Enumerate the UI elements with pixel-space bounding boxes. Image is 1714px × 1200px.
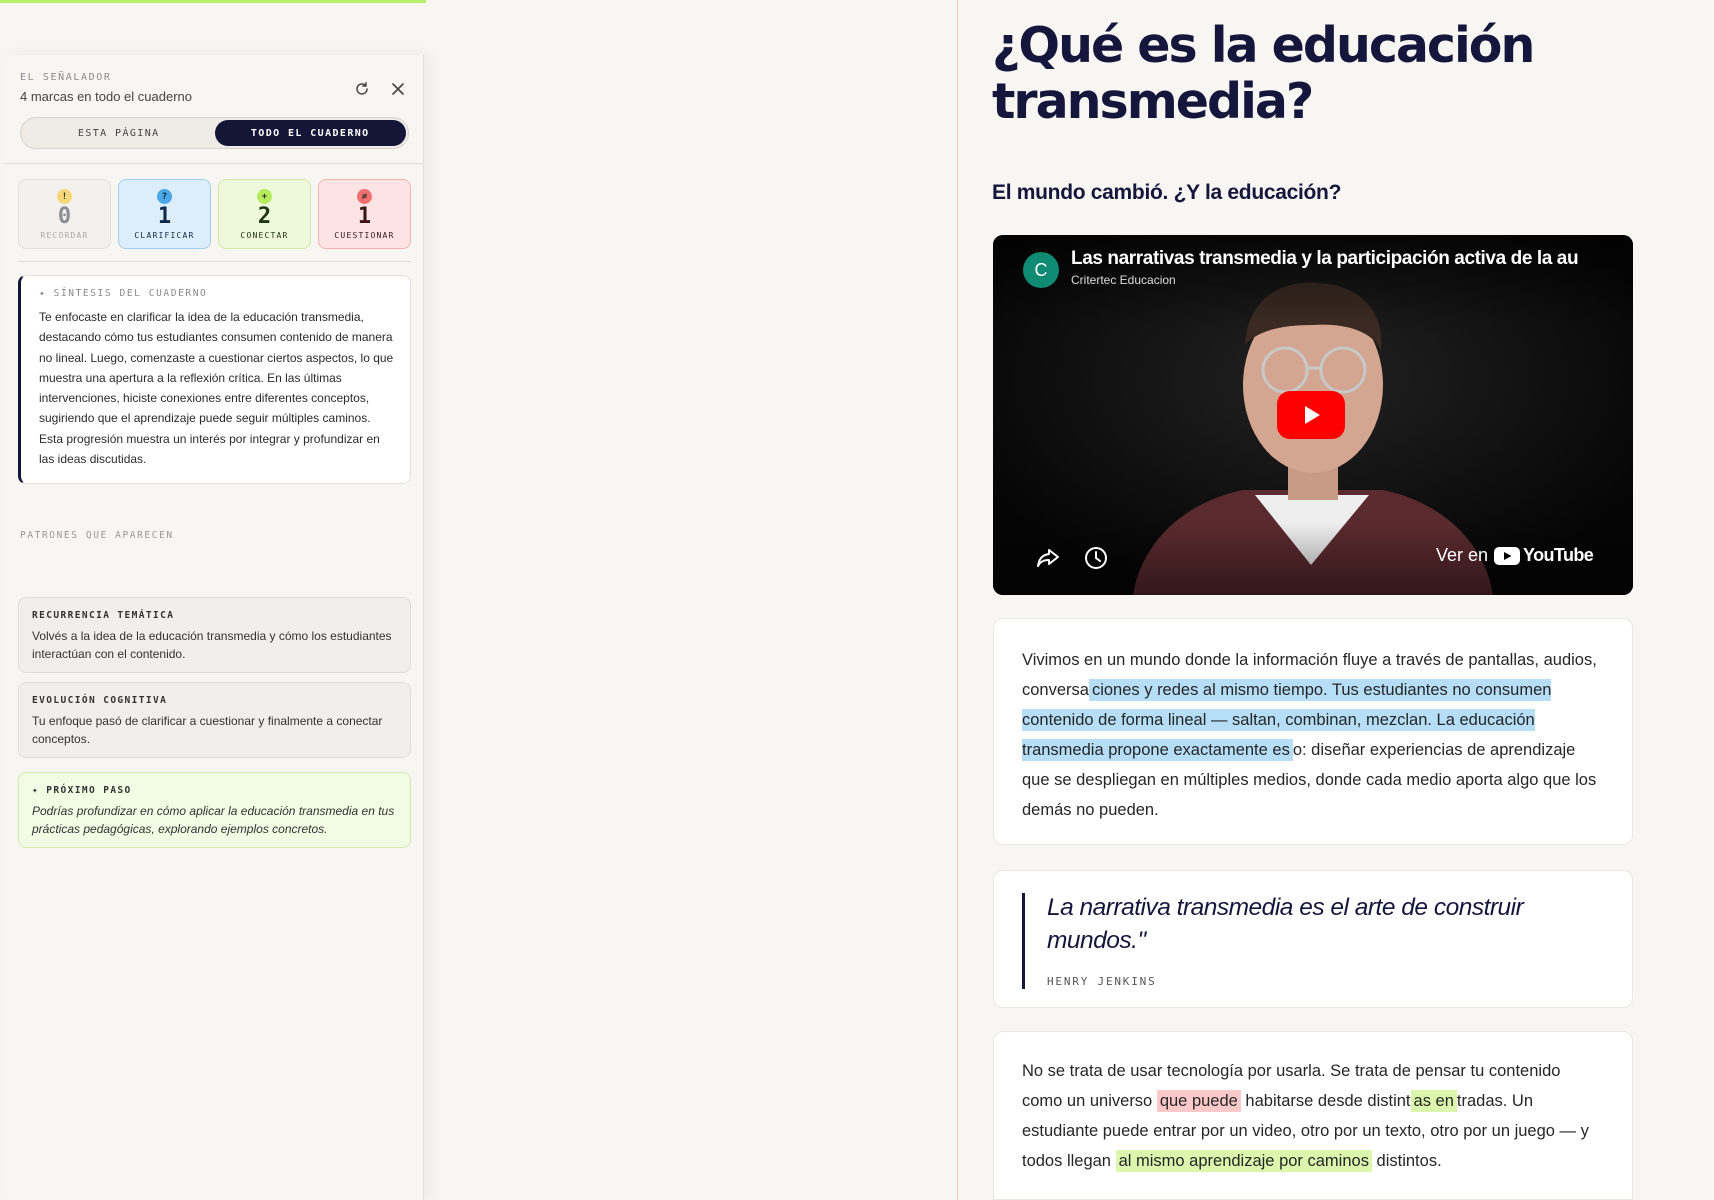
watch-later-icon[interactable] xyxy=(1083,545,1109,571)
page-title: ¿Qué es la educación transmedia? xyxy=(992,17,1535,130)
quote-card: La narrativa transmedia es el arte de co… xyxy=(993,870,1633,1008)
next-step-text: Podrías profundizar en cómo aplicar la e… xyxy=(32,804,395,836)
synthesis-text: Te enfocaste en clarificar la idea de la… xyxy=(39,310,394,467)
tab-esta-pagina[interactable]: ESTA PÁGINA xyxy=(23,120,215,146)
quote-text: La narrativa transmedia es el arte de co… xyxy=(1047,894,1524,954)
scope-toggle: ESTA PÁGINA TODO EL CUADERNO xyxy=(20,117,409,149)
close-icon[interactable] xyxy=(389,80,407,98)
panel-eyebrow: EL SEÑALADOR xyxy=(20,72,112,83)
pattern-title: RECURRENCIA TEMÁTICA xyxy=(32,610,175,621)
stat-recordar[interactable]: ! 0 RECORDAR xyxy=(18,179,111,249)
pattern-card: EVOLUCIÓN COGNITIVA Tu enfoque pasó de c… xyxy=(18,682,411,758)
paragraph-text: distintos. xyxy=(1371,1152,1442,1170)
paragraph: Vivimos en un mundo donde la información… xyxy=(1022,645,1604,825)
connect-icon: + xyxy=(257,189,272,204)
patterns-heading: PATRONES QUE APARECEN xyxy=(20,530,174,541)
pattern-title: EVOLUCIÓN COGNITIVA xyxy=(32,695,168,706)
panel-subtitle: 4 marcas en todo el cuaderno xyxy=(20,89,192,104)
question-highlight[interactable]: que puede xyxy=(1156,1090,1241,1112)
refresh-icon[interactable] xyxy=(353,80,371,98)
paragraph-text: habitarse desde distint xyxy=(1240,1092,1411,1110)
tab-todo-el-cuaderno[interactable]: TODO EL CUADERNO xyxy=(214,120,406,146)
next-step-card: ✦ PRÓXIMO PASO Podrías profundizar en có… xyxy=(18,772,411,848)
stat-count: 1 xyxy=(357,204,372,229)
youtube-icon xyxy=(1494,546,1521,565)
quote-bar xyxy=(1022,893,1025,989)
content-card: Vivimos en un mundo donde la información… xyxy=(993,618,1633,845)
youtube-logo: YouTube xyxy=(1494,545,1594,566)
watch-label: Ver en xyxy=(1436,545,1489,565)
stat-label: RECORDAR xyxy=(40,231,89,240)
notebook-synthesis: ✦ SÍNTESIS DEL CUADERNO Te enfocaste en … xyxy=(18,275,411,485)
synthesis-eyebrow: ✦ SÍNTESIS DEL CUADERNO xyxy=(39,288,208,299)
not-equal-icon: ≠ xyxy=(357,189,372,204)
marks-panel: EL SEÑALADOR 4 marcas en todo el cuadern… xyxy=(4,55,424,1200)
play-icon[interactable] xyxy=(1277,391,1345,439)
paragraph: No se trata de usar tecnología por usarl… xyxy=(1022,1056,1604,1176)
exclamation-icon: ! xyxy=(57,189,72,204)
stat-cuestionar[interactable]: ≠ 1 CUESTIONAR xyxy=(318,179,411,249)
margin-line xyxy=(957,0,958,1200)
stat-count: 1 xyxy=(157,204,172,229)
mark-stats: ! 0 RECORDAR ? 1 CLARIFICAR + 2 CONECTAR… xyxy=(18,179,411,249)
pattern-text: Volvés a la idea de la educación transme… xyxy=(32,629,392,661)
share-icon[interactable] xyxy=(1035,545,1061,571)
pattern-card: RECURRENCIA TEMÁTICA Volvés a la idea de… xyxy=(18,597,411,673)
panel-header: EL SEÑALADOR 4 marcas en todo el cuadern… xyxy=(20,72,407,112)
stat-label: CUESTIONAR xyxy=(334,231,395,240)
video-title[interactable]: Las narrativas transmedia y la participa… xyxy=(1071,248,1611,270)
question-icon: ? xyxy=(157,189,172,204)
divider xyxy=(4,163,423,164)
video-channel[interactable]: Critertec Educacion xyxy=(1071,273,1176,287)
content-card: No se trata de usar tecnología por usarl… xyxy=(993,1031,1633,1200)
quote-author: HENRY JENKINS xyxy=(1047,975,1157,988)
youtube-wordmark: YouTube xyxy=(1523,545,1594,565)
next-step-title: ✦ PRÓXIMO PASO xyxy=(32,785,132,796)
channel-avatar[interactable]: C xyxy=(1023,252,1059,288)
stat-label: CLARIFICAR xyxy=(134,231,195,240)
reading-progress-bar xyxy=(0,0,426,3)
stat-count: 2 xyxy=(257,204,272,229)
stat-clarificar[interactable]: ? 1 CLARIFICAR xyxy=(118,179,211,249)
connect-highlight[interactable]: as en xyxy=(1410,1090,1457,1112)
stat-count: 0 xyxy=(57,204,72,229)
stat-conectar[interactable]: + 2 CONECTAR xyxy=(218,179,311,249)
section-subtitle: El mundo cambió. ¿Y la educación? xyxy=(992,181,1342,204)
stat-label: CONECTAR xyxy=(240,231,289,240)
pattern-text: Tu enfoque pasó de clarificar a cuestion… xyxy=(32,714,383,746)
watch-on-youtube-link[interactable]: Ver en YouTube xyxy=(1436,545,1594,566)
connect-highlight[interactable]: al mismo aprendizaje por caminos xyxy=(1115,1150,1372,1172)
video-embed[interactable]: C Las narrativas transmedia y la partici… xyxy=(993,235,1633,595)
divider xyxy=(18,261,411,262)
